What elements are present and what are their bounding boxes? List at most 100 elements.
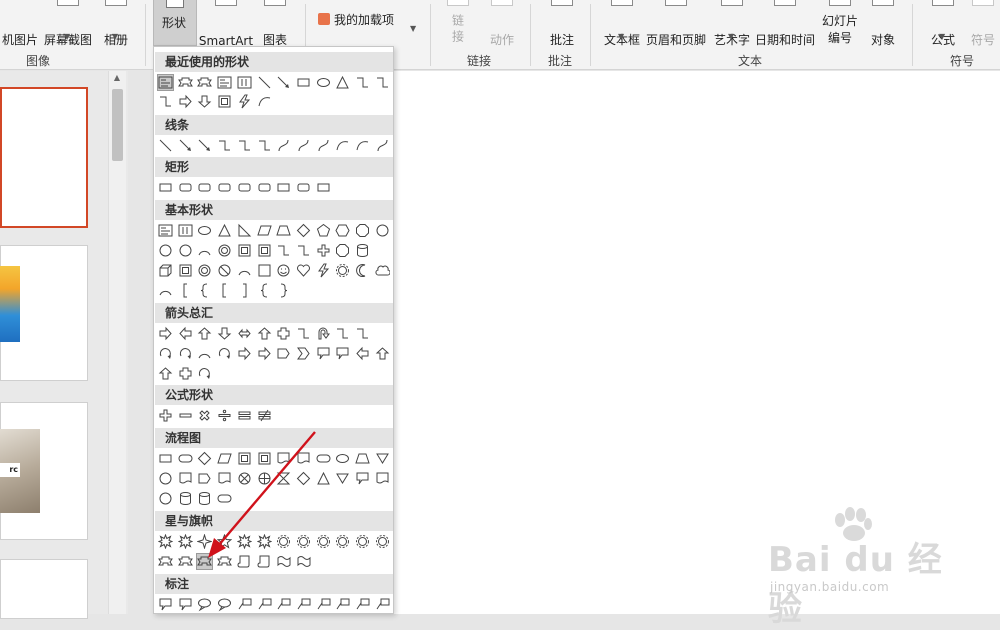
elbow-shape-icon[interactable] (295, 242, 312, 259)
ocallout-shape-icon[interactable] (216, 596, 233, 613)
oct-shape-icon[interactable] (334, 242, 351, 259)
heart-shape-icon[interactable] (295, 262, 312, 279)
scurve-shape-icon[interactable] (275, 137, 292, 154)
link-button[interactable]: 链接 (444, 0, 472, 46)
doc-shape-icon[interactable] (374, 470, 391, 487)
lcallout-shape-icon[interactable] (236, 596, 253, 613)
gear-shape-icon[interactable] (334, 262, 351, 279)
ribbon-shape-icon[interactable] (177, 553, 194, 570)
gear-shape-icon[interactable] (374, 533, 391, 550)
rect-shape-icon[interactable] (295, 74, 312, 91)
div-shape-icon[interactable] (216, 407, 233, 424)
scurve-shape-icon[interactable] (295, 137, 312, 154)
curve-shape-icon[interactable] (334, 137, 351, 154)
lbrk-shape-icon[interactable] (177, 282, 194, 299)
wave-shape-icon[interactable] (275, 553, 292, 570)
thumbnail-scrollbar[interactable]: ▲ (108, 71, 126, 614)
donut-shape-icon[interactable] (216, 242, 233, 259)
gear-shape-icon[interactable] (275, 533, 292, 550)
frame-shape-icon[interactable] (256, 242, 273, 259)
doc-shape-icon[interactable] (275, 450, 292, 467)
tri-shape-icon[interactable] (216, 222, 233, 239)
diamond-shape-icon[interactable] (295, 222, 312, 239)
merge-shape-icon[interactable] (334, 470, 351, 487)
gear-shape-icon[interactable] (334, 533, 351, 550)
callout-shape-icon[interactable] (354, 470, 371, 487)
bolt-shape-icon[interactable] (236, 93, 253, 110)
lcallout-shape-icon[interactable] (354, 596, 371, 613)
rrect-shape-icon[interactable] (196, 179, 213, 196)
frame-shape-icon[interactable] (216, 93, 233, 110)
lcallout-shape-icon[interactable] (315, 596, 332, 613)
ribbon-shape-icon[interactable] (196, 553, 214, 570)
smartart-button[interactable]: SmartArt (198, 0, 254, 48)
arrowline-shape-icon[interactable] (177, 137, 194, 154)
action-button[interactable]: 动作 (484, 0, 520, 48)
burst-shape-icon[interactable] (256, 533, 273, 550)
elbow-shape-icon[interactable] (354, 325, 371, 342)
rect-shape-icon[interactable] (157, 179, 174, 196)
scurve-shape-icon[interactable] (374, 137, 391, 154)
ribbon-shape-icon[interactable] (196, 74, 213, 91)
circ-shape-icon[interactable] (157, 470, 174, 487)
ocallout-shape-icon[interactable] (196, 596, 213, 613)
can-shape-icon[interactable] (196, 490, 213, 507)
rarrow-shape-icon[interactable] (157, 325, 174, 342)
ribbon-shape-icon[interactable] (216, 553, 233, 570)
rect-shape-icon[interactable] (157, 450, 174, 467)
oval-shape-icon[interactable] (216, 490, 233, 507)
slide-thumbnail-3[interactable]: rc (0, 402, 88, 540)
elbow-shape-icon[interactable] (275, 242, 292, 259)
donut-shape-icon[interactable] (196, 262, 213, 279)
header-footer-button[interactable]: 页眉和页脚 (643, 0, 709, 48)
callout-shape-icon[interactable] (177, 596, 194, 613)
elbow-shape-icon[interactable] (374, 74, 391, 91)
nosign-shape-icon[interactable] (216, 262, 233, 279)
trap-shape-icon[interactable] (354, 450, 371, 467)
tri-shape-icon[interactable] (334, 74, 351, 91)
lcallout-shape-icon[interactable] (374, 596, 391, 613)
moon-shape-icon[interactable] (354, 262, 371, 279)
shapes-button[interactable]: 形状 (153, 0, 197, 46)
oval-shape-icon[interactable] (315, 450, 332, 467)
curve-shape-icon[interactable] (256, 93, 273, 110)
minus-shape-icon[interactable] (177, 407, 194, 424)
circarrow-shape-icon[interactable] (216, 345, 233, 362)
can-shape-icon[interactable] (354, 242, 371, 259)
ribbon-shape-icon[interactable] (157, 553, 174, 570)
ell-shape-icon[interactable] (196, 222, 213, 239)
frame-shape-icon[interactable] (177, 262, 194, 279)
chev-shape-icon[interactable] (295, 345, 312, 362)
textbox-shape-icon[interactable] (216, 74, 233, 91)
slide-thumbnail-4[interactable] (0, 559, 88, 619)
pent-shape-icon[interactable] (315, 222, 332, 239)
frame-shape-icon[interactable] (236, 242, 253, 259)
ell-shape-icon[interactable] (315, 74, 332, 91)
lcallout-shape-icon[interactable] (275, 596, 292, 613)
para-shape-icon[interactable] (256, 222, 273, 239)
rbrace-shape-icon[interactable] (275, 282, 292, 299)
scroll-shape-icon[interactable] (236, 553, 253, 570)
rarrow-shape-icon[interactable] (177, 93, 194, 110)
circarrow-shape-icon[interactable] (196, 365, 213, 382)
oval-shape-icon[interactable] (177, 450, 194, 467)
burst-shape-icon[interactable] (236, 533, 253, 550)
lcallout-shape-icon[interactable] (256, 596, 273, 613)
lcallout-shape-icon[interactable] (295, 596, 312, 613)
circ-shape-icon[interactable] (157, 490, 174, 507)
bolt-shape-icon[interactable] (315, 262, 332, 279)
vtext-shape-icon[interactable] (177, 222, 194, 239)
object-button[interactable]: 对象 (866, 0, 900, 48)
textbox-shape-icon[interactable] (157, 222, 174, 239)
scroll-up-icon[interactable]: ▲ (109, 73, 125, 85)
star4-shape-icon[interactable] (196, 533, 213, 550)
penta-shape-icon[interactable] (275, 345, 292, 362)
lbrk-shape-icon[interactable] (216, 282, 233, 299)
elbow-shape-icon[interactable] (354, 74, 371, 91)
hex-shape-icon[interactable] (334, 222, 351, 239)
line-shape-icon[interactable] (256, 74, 273, 91)
circ-shape-icon[interactable] (374, 222, 391, 239)
elbow-shape-icon[interactable] (334, 325, 351, 342)
darrow-shape-icon[interactable] (196, 93, 213, 110)
gear-shape-icon[interactable] (295, 533, 312, 550)
